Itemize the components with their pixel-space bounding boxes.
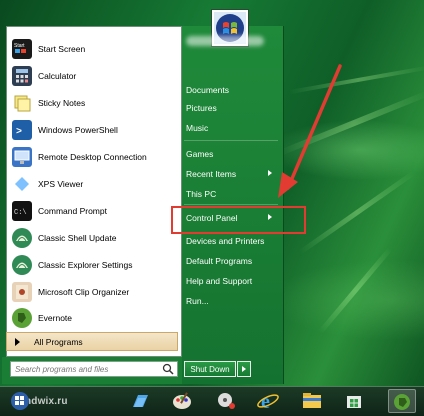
taskbar-explorer-button[interactable] [298,389,326,413]
triangle-right-icon [15,337,20,346]
shutdown-button[interactable]: Shut Down [184,361,236,377]
places-item-devices-and-printers[interactable]: Devices and Printers [186,231,276,251]
program-item[interactable]: Remote Desktop Connection [8,144,178,170]
search-icon[interactable] [161,362,175,376]
places-item-label: Devices and Printers [186,236,265,246]
user-name-blurred [186,36,264,46]
program-label: XPS Viewer [38,179,84,189]
search-box [10,361,178,377]
places-item-label: Help and Support [186,276,253,286]
places-item-label: Run... [186,296,209,306]
places-item-label: Music [186,123,209,133]
program-item[interactable]: XPS Viewer [8,171,178,197]
separator [184,140,278,141]
tiles-icon [133,395,148,407]
program-item[interactable]: > Windows PowerShell [8,117,178,143]
media-icon [218,393,235,409]
classic-shell-icon [12,228,32,248]
places-item-music[interactable]: Music [186,118,276,138]
all-programs-label: All Programs [34,336,83,347]
file-explorer-icon [303,393,321,408]
program-item[interactable]: Microsoft Clip Organizer [8,279,178,305]
places-item-label: Documents [186,85,229,95]
program-label: Evernote [38,313,73,323]
svg-text:Start: Start [14,43,25,49]
places-item-this-pc[interactable]: This PC [186,184,276,204]
paint-icon [173,392,191,409]
taskbar-evernote-button[interactable] [388,389,416,413]
program-label: Sticky Notes [38,98,86,108]
taskbar-store-button[interactable] [340,389,368,413]
evernote-icon [394,394,410,410]
taskbar-media-button[interactable] [212,389,240,413]
powershell-icon: > [12,120,32,140]
start-orb-icon [11,392,29,410]
all-programs-button[interactable]: All Programs [6,332,178,351]
places-item-run[interactable]: Run... [186,291,276,311]
program-item[interactable]: Sticky Notes [8,90,178,116]
places-item-recent-items[interactable]: Recent Items [186,164,276,184]
program-label: Classic Explorer Settings [38,260,133,270]
remote-desktop-icon [12,147,32,167]
taskbar-paint-button[interactable] [168,389,196,413]
program-label: Calculator [38,71,77,81]
taskbar-tiles-button[interactable] [126,389,154,413]
start-screen-icon: Start [12,39,32,59]
sticky-notes-icon [12,93,32,113]
control-panel-highlight [171,206,306,234]
program-label: Microsoft Clip Organizer [38,287,130,297]
calculator-icon [12,66,32,86]
internet-explorer-icon: e [257,391,279,413]
taskbar-ie-button[interactable]: e [254,389,282,413]
start-button[interactable] [6,389,34,413]
program-item[interactable]: Classic Explorer Settings [8,252,178,278]
command-prompt-icon: C:\ [12,201,32,221]
program-label: Windows PowerShell [38,125,118,135]
svg-text:C:\: C:\ [14,209,27,217]
svg-text:>: > [16,127,22,138]
svg-text:e: e [261,391,270,413]
places-item-label: Default Programs [186,256,253,266]
places-item-label: This PC [186,189,217,199]
program-item[interactable]: Evernote [8,305,178,331]
shutdown-options-button[interactable] [237,361,251,377]
program-item[interactable]: C:\ Command Prompt [8,198,178,224]
places-item-label: Pictures [186,103,217,113]
program-label: Classic Shell Update [38,233,117,243]
places-item-label: Games [186,149,214,159]
program-item[interactable]: Calculator [8,63,178,89]
places-item-help-and-support[interactable]: Help and Support [186,271,276,291]
classic-explorer-icon [12,255,32,275]
program-item[interactable]: Start Start Screen [8,36,178,62]
store-icon [347,396,361,408]
program-label: Start Screen [38,44,86,54]
program-label: Command Prompt [38,206,107,216]
places-item-games[interactable]: Games [186,144,276,164]
annotation-arrow-icon [278,64,342,198]
clip-organizer-icon [12,282,32,302]
program-label: Remote Desktop Connection [38,152,147,162]
separator [184,204,278,205]
program-item[interactable]: Classic Shell Update [8,225,178,251]
evernote-icon [12,308,32,328]
places-item-label: Recent Items [186,169,237,179]
search-input[interactable] [11,362,161,376]
shutdown-label: Shut Down [190,364,230,374]
xps-viewer-icon [12,174,32,194]
places-item-documents[interactable]: Documents [186,80,276,100]
places-item-pictures[interactable]: Pictures [186,98,276,118]
places-item-default-programs[interactable]: Default Programs [186,251,276,271]
